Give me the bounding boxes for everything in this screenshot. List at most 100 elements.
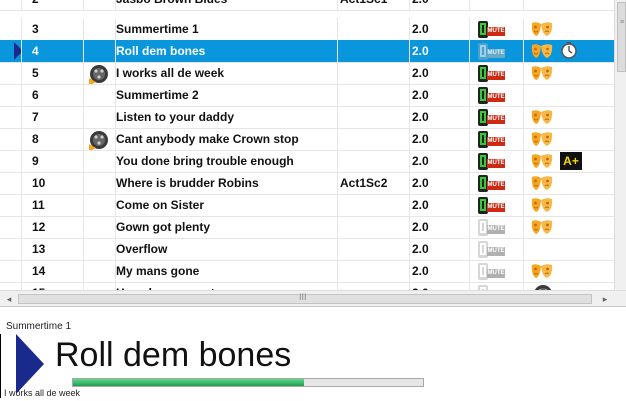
- mute-toggle-icon[interactable]: MUTE: [478, 43, 506, 60]
- vertical-scrollbar[interactable]: ≡: [614, 0, 626, 290]
- grade-badge-icon[interactable]: A+: [560, 152, 582, 170]
- song-title: Summertime 1: [116, 18, 338, 40]
- scroll-right-icon[interactable]: ▸: [598, 292, 612, 306]
- mute-cell: MUTE: [470, 194, 524, 216]
- mute-toggle-icon[interactable]: MUTE: [478, 65, 506, 82]
- song-version: 2.0: [410, 260, 470, 282]
- theater-masks-icon[interactable]: [530, 64, 554, 82]
- table-row[interactable]: 13 Overflow 2.0 MUTE: [0, 238, 614, 261]
- icon-cell: [84, 84, 116, 106]
- current-song-marker-icon: [14, 42, 21, 60]
- horizontal-scroll-thumb[interactable]: III: [18, 292, 592, 304]
- song-number: 4: [22, 40, 84, 62]
- mute-toggle-icon[interactable]: MUTE: [478, 109, 506, 126]
- mute-label: MUTE: [487, 27, 505, 36]
- theater-masks-icon[interactable]: [530, 108, 554, 126]
- icon-cell: [84, 150, 116, 172]
- song-title: I works all de week: [116, 62, 338, 84]
- fx-cell: [524, 0, 614, 10]
- icon-cell: [84, 40, 116, 62]
- song-cue: [338, 216, 410, 238]
- fx-cell: [524, 84, 614, 106]
- scroll-grip-icon: ≡: [620, 19, 625, 26]
- theater-masks-icon[interactable]: [530, 20, 554, 38]
- mute-toggle-icon[interactable]: MUTE: [478, 131, 506, 148]
- stopwatch-icon[interactable]: [560, 41, 578, 59]
- table-row[interactable]: 12 Gown got plenty 2.0 MUTE: [0, 216, 614, 239]
- table-row[interactable]: 14 My mans gone 2.0 MUTE: [0, 260, 614, 283]
- mute-label: MUTE: [487, 71, 505, 80]
- theater-masks-icon[interactable]: [530, 196, 554, 214]
- fx-cell: [524, 40, 614, 62]
- fx-cell: [524, 238, 614, 260]
- mute-cell: MUTE: [470, 40, 524, 62]
- table-row[interactable]: 9 You done bring trouble enough 2.0 MUTE A+: [0, 150, 614, 173]
- song-number: 12: [22, 216, 84, 238]
- mute-toggle-icon[interactable]: MUTE: [478, 87, 506, 104]
- table-row[interactable]: 3 Summertime 1 2.0 MUTE: [0, 18, 614, 41]
- mute-toggle-icon[interactable]: MUTE: [478, 263, 506, 280]
- table-row[interactable]: 6 Summertime 2 2.0 MUTE: [0, 84, 614, 107]
- mute-cell: MUTE: [470, 238, 524, 260]
- now-playing-panel: Summertime 1 Roll dem bones I works all …: [0, 318, 626, 401]
- theater-masks-icon[interactable]: [530, 130, 554, 148]
- table-row[interactable]: 5 I works all de week 2.0 MUTE: [0, 62, 614, 85]
- horizontal-scrollbar[interactable]: ◂ III ▸: [0, 290, 626, 306]
- icon-cell: [84, 260, 116, 282]
- song-title: Come on Sister: [116, 194, 338, 216]
- song-version: 2.0: [410, 84, 470, 106]
- song-number: 3: [22, 18, 84, 40]
- song-cue: [338, 106, 410, 128]
- table-row[interactable]: 8 Cant anybody make Crown stop 2.0 MUTE: [0, 128, 614, 151]
- mute-toggle-icon[interactable]: MUTE: [478, 21, 506, 38]
- fx-cell: [524, 106, 614, 128]
- scroll-left-icon[interactable]: ◂: [2, 292, 16, 306]
- song-list-grid: 2 Jasbo Brown Blues Act1Sc1 2.0 3 Summert…: [0, 0, 626, 307]
- song-version: 2.0: [410, 0, 470, 10]
- row-marker-cell: [0, 172, 22, 194]
- vertical-scroll-thumb[interactable]: ≡: [617, 2, 626, 72]
- fx-cell: [524, 216, 614, 238]
- icon-cell: [84, 194, 116, 216]
- song-title: Jasbo Brown Blues: [116, 0, 338, 10]
- theater-masks-icon[interactable]: [530, 174, 554, 192]
- mute-label: MUTE: [487, 93, 505, 102]
- row-marker-cell: [0, 216, 22, 238]
- mute-label: MUTE: [487, 225, 505, 234]
- mute-cell: MUTE: [470, 260, 524, 282]
- current-song-title: Roll dem bones: [55, 336, 292, 374]
- icon-cell: [84, 238, 116, 260]
- mute-label: MUTE: [487, 49, 505, 58]
- mute-cell: MUTE: [470, 106, 524, 128]
- row-marker-cell: [0, 40, 22, 62]
- mute-label: MUTE: [487, 115, 505, 124]
- mute-toggle-icon[interactable]: MUTE: [478, 241, 506, 258]
- table-row[interactable]: 7 Listen to your daddy 2.0 MUTE: [0, 106, 614, 129]
- song-version: 2.0: [410, 172, 470, 194]
- mute-toggle-icon[interactable]: MUTE: [478, 175, 506, 192]
- song-version: 2.0: [410, 106, 470, 128]
- mute-label: MUTE: [487, 137, 505, 146]
- song-title: Roll dem bones: [116, 40, 338, 62]
- mute-cell: MUTE: [470, 18, 524, 40]
- table-row[interactable]: 10 Where is brudder Robins Act1Sc2 2.0 MUTE: [0, 172, 614, 195]
- mute-toggle-icon[interactable]: MUTE: [478, 219, 506, 236]
- row-marker-cell: [0, 84, 22, 106]
- theater-masks-icon[interactable]: [530, 152, 554, 170]
- theater-masks-icon[interactable]: [530, 42, 554, 60]
- song-number: 6: [22, 84, 84, 106]
- mute-toggle-icon[interactable]: MUTE: [478, 153, 506, 170]
- song-title: Summertime 2: [116, 84, 338, 106]
- film-reel-icon: [86, 130, 112, 150]
- table-row[interactable]: 2 Jasbo Brown Blues Act1Sc1 2.0: [0, 0, 614, 11]
- playback-progress-bar[interactable]: [72, 378, 424, 387]
- song-version: 2.0: [410, 128, 470, 150]
- table-row[interactable]: 11 Come on Sister 2.0 MUTE: [0, 194, 614, 217]
- theater-masks-icon[interactable]: [530, 218, 554, 236]
- theater-masks-icon[interactable]: [530, 262, 554, 280]
- scroll-grip-icon: III: [299, 292, 307, 302]
- row-marker-cell: [0, 150, 22, 172]
- mute-toggle-icon[interactable]: MUTE: [478, 197, 506, 214]
- table-row[interactable]: 4 Roll dem bones 2.0 MUTE: [0, 40, 614, 63]
- row-marker-cell: [0, 238, 22, 260]
